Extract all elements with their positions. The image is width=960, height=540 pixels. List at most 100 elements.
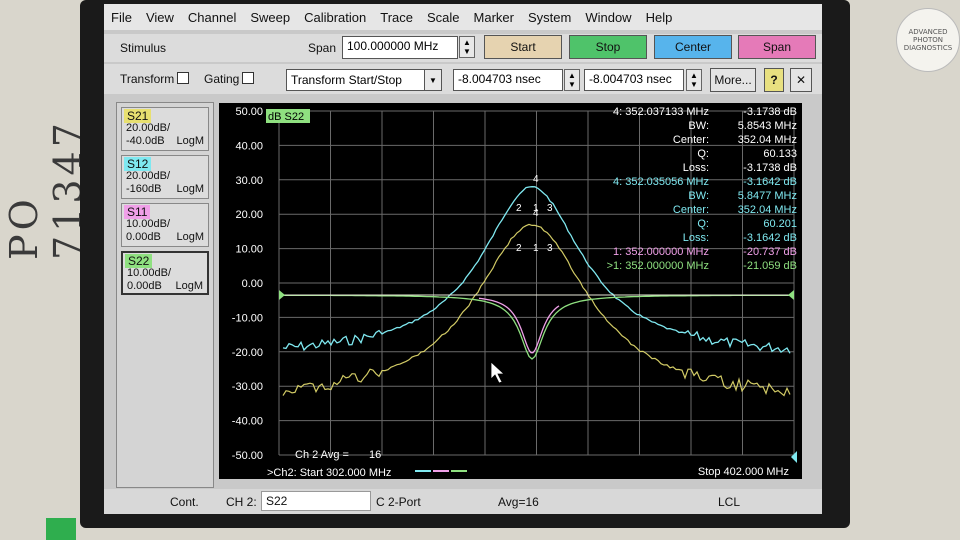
- trace-s11-ref: 0.00dB: [126, 231, 161, 243]
- readout-cyan-v3: 60.201: [763, 218, 797, 230]
- transform-start-spinner[interactable]: ▲ ▼: [564, 69, 580, 91]
- menu-system[interactable]: System: [521, 10, 578, 25]
- menu-help[interactable]: Help: [639, 10, 680, 25]
- vna-screen: File View Channel Sweep Calibration Trac…: [104, 4, 822, 514]
- transform-mode-value: Transform Start/Stop: [291, 73, 402, 87]
- po-number-sticker: PO 71347: [2, 119, 90, 260]
- transform-toolbar: Transform Gating Transform Start/Stop ▼ …: [104, 64, 822, 94]
- readout-white-v0: -3.1738 dB: [743, 106, 797, 118]
- transform-checkbox[interactable]: [177, 72, 190, 84]
- company-logo: ADVANCED PHOTON DIAGNOSTICS: [896, 8, 960, 72]
- transform-start-input[interactable]: -8.004703 nsec: [453, 69, 563, 91]
- readout-cyan-v0: -3.1642 dB: [743, 176, 797, 188]
- marker-4-label-yellow: 4: [533, 208, 539, 219]
- status-port: C 2-Port: [376, 495, 421, 509]
- y-tick-label: -20.00: [232, 347, 263, 359]
- marker-3-label-yellow: 3: [547, 243, 553, 254]
- readout-white-k3: Q:: [697, 148, 709, 160]
- menu-sweep[interactable]: Sweep: [243, 10, 297, 25]
- stimulus-toolbar: Stimulus Span 100.000000 MHz ▲ ▼ Start St…: [104, 34, 822, 62]
- trace-s22-format: LogM: [175, 280, 203, 292]
- y-tick-label: 40.00: [235, 140, 263, 152]
- readout-cyan-k0: 4: 352.035056 MHz: [613, 176, 709, 188]
- marker-4-label-cyan: 4: [533, 174, 539, 185]
- help-button[interactable]: ?: [764, 68, 784, 92]
- y-tick-label: -40.00: [232, 416, 263, 428]
- menu-view[interactable]: View: [139, 10, 181, 25]
- y-tick-label: -10.00: [232, 312, 263, 324]
- y-tick-label: -30.00: [232, 381, 263, 393]
- readout-cyan-k1: BW:: [688, 190, 709, 202]
- trace-s12-box[interactable]: S12 20.00dB/ -160dB LogM: [121, 155, 209, 199]
- stop-button[interactable]: Stop: [569, 35, 647, 59]
- ref-marker-right: [788, 290, 794, 300]
- marker-1-label-yellow: 1: [533, 243, 539, 254]
- transform-stop-spinner[interactable]: ▲ ▼: [686, 69, 702, 91]
- plot-grid: [278, 110, 795, 456]
- span-input[interactable]: 100.000000 MHz: [342, 36, 458, 59]
- status-cont: Cont.: [170, 495, 199, 509]
- trace-s11-box[interactable]: S11 10.00dB/ 0.00dB LogM: [121, 203, 209, 247]
- measurement-plot[interactable]: 50.00 40.00 30.00 20.00 10.00 0.00 -10.00 -20.0…: [219, 103, 802, 479]
- trace-s21-box[interactable]: S21 20.00dB/ -40.0dB LogM: [121, 107, 209, 151]
- center-button[interactable]: Center: [654, 35, 732, 59]
- y-tick-labels: 50.00 40.00 30.00 20.00 10.00 0.00 -10.00 -20.0…: [232, 106, 263, 462]
- trace-list-panel: S21 20.00dB/ -40.0dB LogM S12 20.00dB/ -…: [116, 102, 214, 488]
- ref-marker-left: [279, 290, 285, 300]
- menu-trace[interactable]: Trace: [373, 10, 420, 25]
- readout-green-k: >1: 352.000000 MHz: [607, 260, 709, 272]
- menu-file[interactable]: File: [104, 10, 139, 25]
- gating-option[interactable]: Gating: [204, 72, 255, 86]
- menu-channel[interactable]: Channel: [181, 10, 243, 25]
- menu-scale[interactable]: Scale: [420, 10, 467, 25]
- y-tick-label: 10.00: [235, 244, 263, 256]
- y-tick-label: 20.00: [235, 209, 263, 221]
- trace-s22-box[interactable]: S22 10.00dB/ 0.00dB LogM: [121, 251, 209, 295]
- trace-s12-name: S12: [124, 157, 152, 171]
- span-button[interactable]: Span: [738, 35, 816, 59]
- menu-window[interactable]: Window: [578, 10, 638, 25]
- y-tick-label: 0.00: [242, 278, 263, 290]
- gating-checkbox[interactable]: [242, 72, 255, 84]
- power-led: [46, 518, 76, 540]
- status-avg: Avg=16: [498, 495, 539, 509]
- trace-s11-format: LogM: [176, 231, 204, 243]
- trace-s12-ref: -160dB: [126, 183, 162, 195]
- trace-s12-format: LogM: [176, 183, 204, 195]
- plot-svg: 50.00 40.00 30.00 20.00 10.00 0.00 -10.00 -20.0…: [232, 106, 797, 479]
- menu-marker[interactable]: Marker: [467, 10, 521, 25]
- menu-bar: File View Channel Sweep Calibration Trac…: [104, 4, 822, 30]
- transform-mode-select[interactable]: Transform Start/Stop ▼: [286, 69, 442, 91]
- readout-white-k4: Loss:: [683, 162, 709, 174]
- more-button[interactable]: More...: [710, 68, 756, 92]
- status-lcl: LCL: [718, 495, 741, 509]
- active-trace-label: dB S22: [268, 111, 304, 123]
- y-tick-label: -50.00: [232, 450, 263, 462]
- span-label: Span: [308, 41, 337, 55]
- trace-s12-scale: 20.00dB/: [126, 170, 171, 182]
- trace-s22-name: S22: [125, 254, 153, 268]
- readout-pink-k: 1: 352.000000 MHz: [613, 246, 709, 258]
- readout-white-k1: BW:: [688, 120, 709, 132]
- marker-2-label-yellow: 2: [516, 243, 522, 254]
- marker-readouts: 4: 352.037133 MHz -3.1738 dB BW: 5.8543 …: [607, 106, 797, 272]
- transform-stop-input[interactable]: -8.004703 nsec: [584, 69, 684, 91]
- marker-2-label-cyan: 2: [516, 203, 522, 214]
- stop-freq-label: Stop 402.000 MHz: [698, 466, 789, 478]
- start-button[interactable]: Start: [484, 35, 562, 59]
- marker-3-label-cyan: 3: [547, 203, 553, 214]
- readout-white-k2: Center:: [673, 134, 709, 146]
- status-param-field[interactable]: S22: [261, 491, 371, 511]
- trace-s21-format: LogM: [176, 135, 204, 147]
- span-spinner[interactable]: ▲ ▼: [459, 36, 475, 58]
- logo-text: ADVANCED PHOTON DIAGNOSTICS: [903, 28, 953, 52]
- readout-white-k0: 4: 352.037133 MHz: [613, 106, 709, 118]
- stimulus-label: Stimulus: [120, 41, 167, 55]
- readout-green-v: -21.059 dB: [743, 260, 797, 272]
- menu-calibration[interactable]: Calibration: [297, 10, 373, 25]
- mouse-cursor-icon: [490, 361, 506, 384]
- readout-pink-v: -20.737 dB: [743, 246, 797, 258]
- close-button[interactable]: ✕: [790, 68, 812, 92]
- chevron-down-icon[interactable]: ▼: [424, 70, 441, 90]
- transform-option[interactable]: Transform: [120, 72, 190, 86]
